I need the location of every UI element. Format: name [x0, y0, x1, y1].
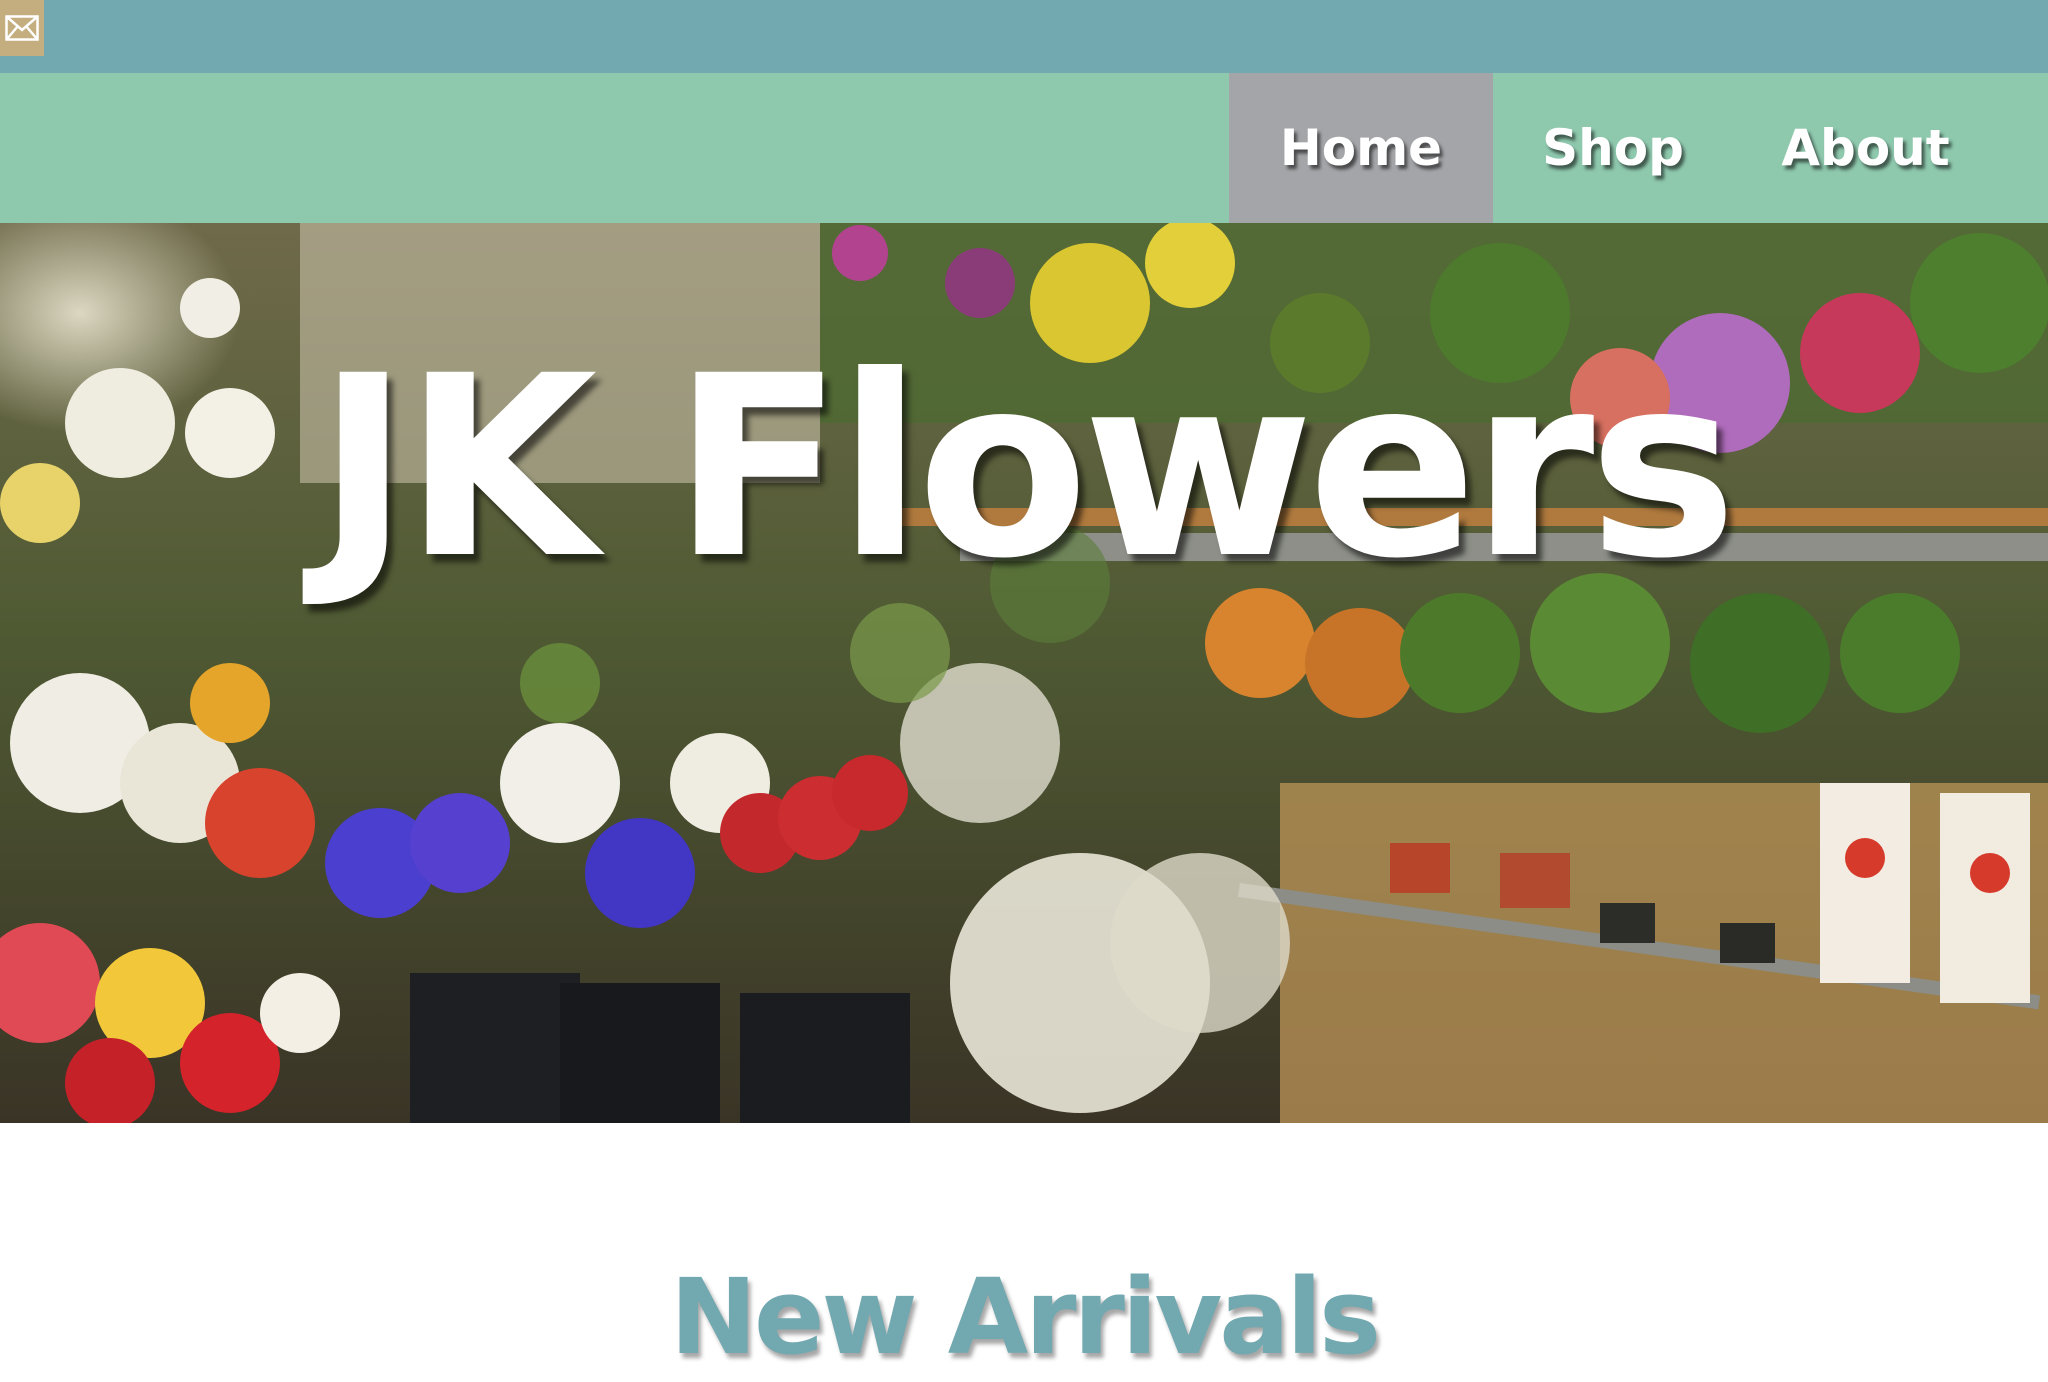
nav-about-link[interactable]: About [1733, 73, 1998, 223]
top-bar [0, 0, 2048, 73]
main-navigation: Home Shop About [0, 73, 2048, 223]
new-arrivals-heading: New Arrivals [669, 1256, 1381, 1379]
hero-title: JK Flowers [316, 322, 1738, 613]
nav-home-link[interactable]: Home [1229, 73, 1493, 223]
mail-icon [5, 15, 39, 41]
hero-banner: JK Flowers [0, 223, 2048, 1123]
mail-button[interactable] [0, 0, 44, 56]
nav-shop-link[interactable]: Shop [1493, 73, 1733, 223]
